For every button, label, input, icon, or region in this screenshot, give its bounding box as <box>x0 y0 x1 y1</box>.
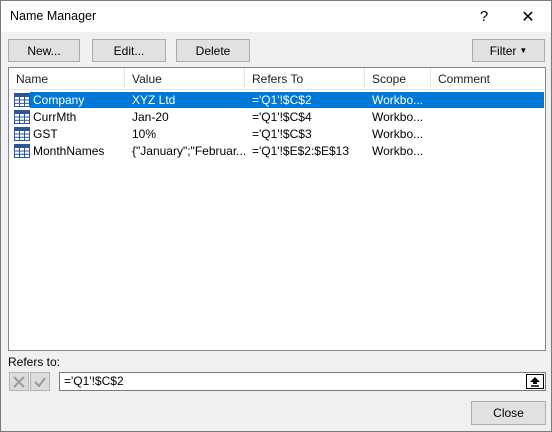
confirm-edit-button[interactable] <box>30 372 50 391</box>
cell-scope: Workbo... <box>372 110 424 124</box>
cell-value: 10% <box>132 127 157 141</box>
edit-button[interactable]: Edit... <box>92 39 166 62</box>
cell-refers-to: ='Q1'!$C$3 <box>252 127 312 141</box>
cell-name: MonthNames <box>33 144 105 158</box>
dropdown-caret-icon: ▼ <box>519 46 528 55</box>
cell-comment <box>431 109 545 125</box>
column-header-name[interactable]: Name <box>9 68 125 90</box>
window-close-button[interactable]: ✕ <box>505 1 551 32</box>
checkmark-icon <box>34 376 46 388</box>
title-bar: Name Manager ? ✕ <box>1 1 551 32</box>
window-title: Name Manager <box>10 9 97 23</box>
column-header-refers-to[interactable]: Refers To <box>245 68 365 90</box>
table-row[interactable]: MonthNames {"January";"Februar... ='Q1'!… <box>9 143 545 159</box>
cell-value: XYZ Ltd <box>132 93 176 107</box>
cell-comment <box>431 126 545 142</box>
cell-comment <box>431 92 545 108</box>
cancel-edit-button[interactable] <box>9 372 29 391</box>
new-button[interactable]: New... <box>8 39 80 62</box>
cell-comment <box>431 143 545 159</box>
cell-name: CurrMth <box>33 110 77 124</box>
cancel-x-icon <box>13 375 25 388</box>
delete-button[interactable]: Delete <box>176 39 250 62</box>
cell-refers-to: ='Q1'!$C$2 <box>252 93 312 107</box>
cell-scope: Workbo... <box>372 127 424 141</box>
close-button[interactable]: Close <box>471 401 546 425</box>
column-header-value[interactable]: Value <box>125 68 245 90</box>
column-header-scope[interactable]: Scope <box>365 68 431 90</box>
cell-scope: Workbo... <box>372 93 424 107</box>
refers-to-label: Refers to: <box>8 355 61 369</box>
collapse-dialog-button[interactable] <box>526 374 544 389</box>
refers-to-input[interactable]: ='Q1'!$C$2 <box>59 372 546 391</box>
cell-value: Jan-20 <box>132 110 169 124</box>
cell-refers-to: ='Q1'!$C$4 <box>252 110 312 124</box>
table-row[interactable]: CurrMth Jan-20 ='Q1'!$C$4 Workbo... <box>9 109 545 125</box>
names-list[interactable]: Name Value Refers To Scope Comment Compa… <box>8 67 546 351</box>
help-button[interactable]: ? <box>461 1 507 32</box>
new-button-label: New... <box>27 43 61 58</box>
delete-button-label: Delete <box>195 43 231 58</box>
filter-button-label: Filter <box>489 43 517 58</box>
table-row[interactable]: GST 10% ='Q1'!$C$3 Workbo... <box>9 126 545 142</box>
cell-name: GST <box>33 127 58 141</box>
cell-refers-to: ='Q1'!$E$2:$E$13 <box>252 144 349 158</box>
filter-button[interactable]: Filter ▼ <box>472 39 545 62</box>
cell-name: Company <box>33 93 85 107</box>
cell-scope: Workbo... <box>372 144 424 158</box>
close-button-label: Close <box>493 406 524 420</box>
column-header-comment[interactable]: Comment <box>431 68 545 90</box>
collapse-dialog-icon <box>530 377 540 387</box>
edit-button-label: Edit... <box>113 43 145 58</box>
refers-to-value: ='Q1'!$C$2 <box>64 374 124 388</box>
table-row[interactable]: Company XYZ Ltd ='Q1'!$C$2 Workbo... <box>9 92 545 108</box>
list-header: Name Value Refers To Scope Comment <box>9 68 545 90</box>
cell-value: {"January";"Februar... <box>132 144 245 158</box>
name-manager-dialog: Name Manager ? ✕ New... Edit... Delete F… <box>0 0 552 432</box>
